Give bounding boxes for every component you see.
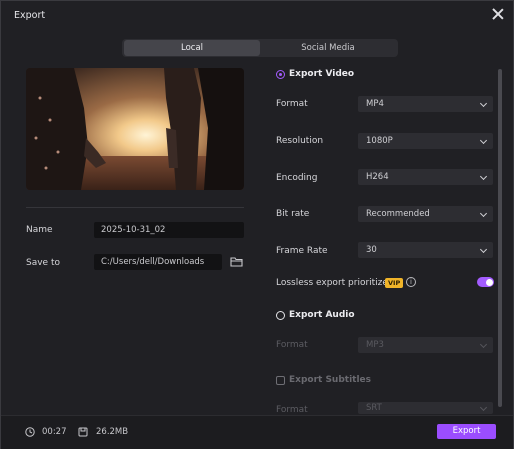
chevron-down-icon	[479, 245, 488, 254]
export-subtitles-title: Export Subtitles	[289, 375, 372, 385]
resolution-value: 1080P	[366, 136, 393, 146]
folder-icon[interactable]	[230, 256, 243, 267]
name-input[interactable]: 2025-10-31_02	[94, 222, 244, 238]
file-size-text: 26.2MB	[96, 427, 129, 437]
export-audio-radio[interactable]	[276, 311, 285, 320]
close-icon[interactable]	[491, 7, 505, 21]
save-to-label: Save to	[26, 258, 60, 268]
lossless-label: Lossless export prioritized	[276, 278, 394, 288]
encoding-label: Encoding	[276, 173, 318, 183]
chevron-down-icon	[479, 172, 488, 181]
tab-bar: Local Social Media	[122, 39, 398, 57]
divider	[26, 207, 244, 208]
video-format-label: Format	[276, 99, 308, 109]
save-path-input[interactable]: C:/Users/dell/Downloads	[94, 254, 222, 270]
subtitles-format-label: Format	[276, 405, 308, 415]
export-video-title: Export Video	[289, 69, 355, 79]
lossless-toggle[interactable]	[477, 277, 494, 287]
title-bar: Export	[1, 1, 513, 31]
dialog-title: Export	[14, 10, 46, 21]
export-audio-title: Export Audio	[289, 310, 355, 320]
vip-badge: VIP	[385, 278, 404, 288]
info-icon[interactable]: i	[406, 277, 416, 287]
video-format-select[interactable]: MP4	[358, 96, 493, 112]
chevron-down-icon	[479, 340, 488, 349]
bitrate-select[interactable]: Recommended	[358, 206, 493, 222]
subtitles-format-select[interactable]: SRT	[358, 402, 493, 414]
resolution-label: Resolution	[276, 136, 324, 146]
bitrate-label: Bit rate	[276, 209, 310, 219]
encoding-value: H264	[366, 172, 389, 182]
chevron-down-icon	[479, 136, 488, 145]
video-preview-thumbnail	[26, 68, 244, 190]
video-format-value: MP4	[366, 99, 384, 109]
export-button[interactable]: Export	[437, 424, 496, 439]
file-size-icon	[78, 427, 88, 440]
framerate-select[interactable]: 30	[358, 242, 493, 258]
framerate-label: Frame Rate	[276, 246, 328, 256]
audio-format-label: Format	[276, 340, 308, 350]
duration-text: 00:27	[42, 427, 67, 437]
chevron-down-icon	[479, 403, 488, 412]
chevron-down-icon	[479, 99, 488, 108]
tab-social-media[interactable]: Social Media	[260, 40, 396, 56]
export-subtitles-checkbox[interactable]	[276, 376, 285, 385]
export-dialog: Export Local Social Media Name 2025-10-3…	[0, 0, 514, 449]
encoding-select[interactable]: H264	[358, 169, 493, 185]
scrollbar[interactable]	[498, 69, 502, 407]
chevron-down-icon	[479, 209, 488, 218]
framerate-value: 30	[366, 245, 377, 255]
name-label: Name	[26, 225, 53, 235]
export-video-radio[interactable]	[276, 70, 285, 79]
resolution-select[interactable]: 1080P	[358, 133, 493, 149]
audio-format-value: MP3	[366, 340, 384, 350]
bitrate-value: Recommended	[366, 209, 430, 219]
subtitles-format-value: SRT	[366, 403, 382, 413]
clock-icon	[25, 427, 35, 440]
audio-format-select[interactable]: MP3	[358, 337, 493, 353]
tab-local[interactable]: Local	[124, 40, 260, 56]
